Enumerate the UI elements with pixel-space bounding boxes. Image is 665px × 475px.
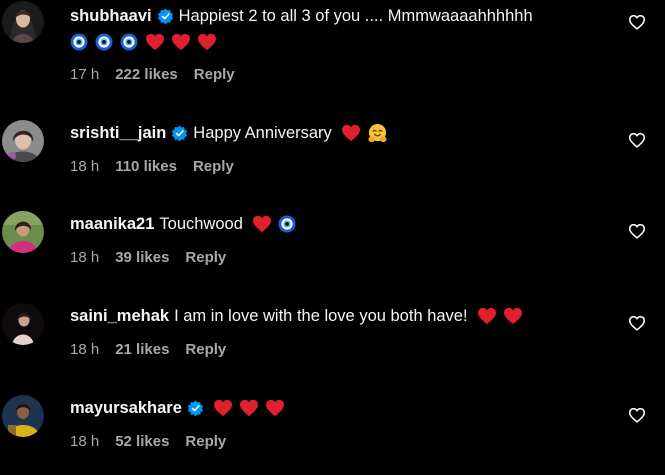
comment-meta: 18 h 21 likes Reply — [70, 341, 242, 358]
avatar[interactable] — [2, 211, 44, 253]
red-heart-icon — [265, 399, 285, 417]
username[interactable]: saini_mehak — [70, 305, 169, 327]
reply-button[interactable]: Reply — [185, 341, 226, 358]
red-heart-icon — [239, 399, 259, 417]
avatar[interactable] — [2, 395, 44, 437]
nazar-amulet-icon — [278, 215, 296, 233]
heart-outline-icon[interactable] — [628, 315, 646, 331]
comment-emojis — [213, 399, 291, 417]
comment-header: mayursakhare — [70, 397, 291, 419]
comment-emojis — [477, 307, 529, 325]
comment-header: shubhaavi Happiest 2 to all 3 of you ...… — [70, 5, 533, 27]
heart-outline-icon[interactable] — [628, 223, 646, 239]
red-heart-icon — [197, 33, 217, 51]
comment-likes[interactable]: 222 likes — [115, 66, 178, 83]
heart-outline-icon[interactable] — [628, 132, 646, 148]
avatar[interactable] — [2, 303, 44, 345]
comment-meta: 18 h 39 likes Reply — [70, 249, 242, 266]
verified-badge-icon — [187, 399, 204, 417]
comment-header: srishti__jain Happy Anniversary — [70, 122, 394, 144]
heart-outline-icon[interactable] — [628, 14, 646, 30]
comment-meta: 17 h 222 likes Reply — [70, 66, 251, 83]
nazar-amulet-icon — [70, 33, 88, 51]
comment-emojis — [70, 33, 223, 51]
comment-likes[interactable]: 21 likes — [115, 341, 169, 358]
red-heart-icon — [252, 215, 272, 233]
comment-header: saini_mehak I am in love with the love y… — [70, 305, 529, 327]
comment-time: 18 h — [70, 341, 100, 358]
comment-time: 18 h — [70, 433, 100, 450]
red-heart-icon — [213, 399, 233, 417]
nazar-amulet-icon — [95, 33, 113, 51]
verified-badge-icon — [157, 7, 174, 25]
comment-time: 17 h — [70, 66, 100, 83]
username[interactable]: maanika21 — [70, 213, 154, 235]
comment-text: Touchwood — [159, 215, 243, 233]
reply-button[interactable]: Reply — [185, 249, 226, 266]
comment-meta: 18 h 52 likes Reply — [70, 433, 242, 450]
reply-button[interactable]: Reply — [193, 158, 234, 175]
verified-badge-icon — [171, 124, 188, 142]
red-heart-icon — [145, 33, 165, 51]
comment-meta: 18 h 110 likes Reply — [70, 158, 250, 175]
comment-likes[interactable]: 110 likes — [115, 158, 177, 175]
red-heart-icon — [477, 307, 497, 325]
comment-header: maanika21 Touchwood — [70, 213, 303, 235]
comment-time: 18 h — [70, 249, 100, 266]
avatar[interactable] — [2, 120, 44, 162]
username[interactable]: mayursakhare — [70, 397, 182, 419]
heart-outline-icon[interactable] — [628, 407, 646, 423]
comment-emojis — [341, 123, 394, 144]
username[interactable]: shubhaavi — [70, 5, 152, 27]
comment-emojis — [252, 215, 303, 233]
comment-text: Happy Anniversary — [193, 124, 332, 142]
username[interactable]: srishti__jain — [70, 122, 166, 144]
avatar[interactable] — [2, 1, 44, 43]
nazar-amulet-icon — [120, 33, 138, 51]
comment-text: Happiest 2 to all 3 of you .... Mmmwaaaa… — [178, 7, 533, 25]
hugging-face-icon — [367, 123, 388, 144]
comment-text: I am in love with the love you both have… — [174, 307, 468, 325]
comment-likes[interactable]: 39 likes — [115, 249, 169, 266]
red-heart-icon — [341, 124, 361, 142]
red-heart-icon — [503, 307, 523, 325]
comment-likes[interactable]: 52 likes — [115, 433, 169, 450]
comment-time: 18 h — [70, 158, 100, 175]
red-heart-icon — [171, 33, 191, 51]
reply-button[interactable]: Reply — [194, 66, 235, 83]
reply-button[interactable]: Reply — [185, 433, 226, 450]
